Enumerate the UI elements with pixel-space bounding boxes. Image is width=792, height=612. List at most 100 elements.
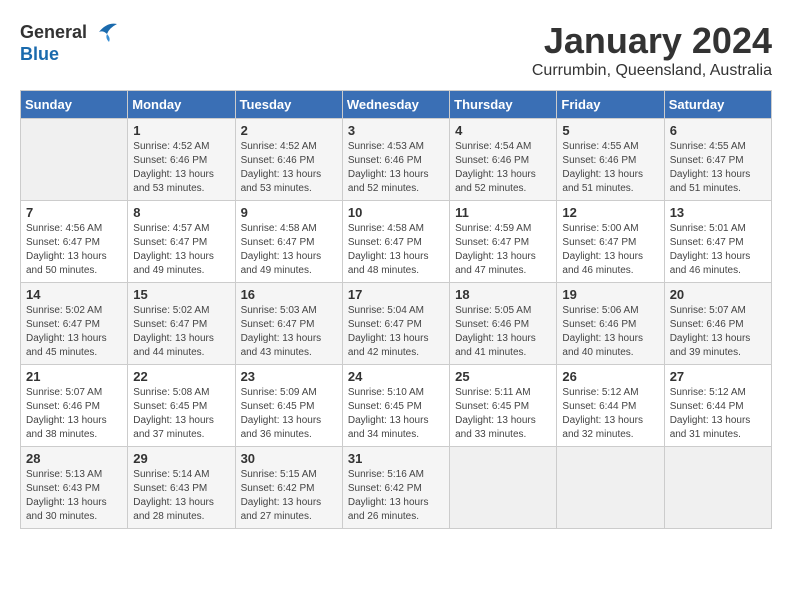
header: General Blue January 2024 Currumbin, Que… — [20, 20, 772, 80]
day-number: 21 — [26, 369, 122, 384]
day-info: Sunrise: 5:07 AMSunset: 6:46 PMDaylight:… — [26, 386, 122, 442]
calendar-table: SundayMondayTuesdayWednesdayThursdayFrid… — [20, 90, 772, 529]
day-number: 3 — [348, 123, 444, 138]
day-info: Sunrise: 4:52 AMSunset: 6:46 PMDaylight:… — [133, 140, 229, 196]
logo-bird-icon — [89, 20, 119, 44]
day-cell: 9 Sunrise: 4:58 AMSunset: 6:47 PMDaylight… — [235, 201, 342, 283]
day-info: Sunrise: 5:11 AMSunset: 6:45 PMDaylight:… — [455, 386, 551, 442]
day-cell: 5 Sunrise: 4:55 AMSunset: 6:46 PMDaylight… — [557, 119, 664, 201]
day-cell: 3 Sunrise: 4:53 AMSunset: 6:46 PMDaylight… — [342, 119, 449, 201]
day-number: 1 — [133, 123, 229, 138]
day-number: 30 — [241, 451, 337, 466]
day-cell: 19 Sunrise: 5:06 AMSunset: 6:46 PMDayligh… — [557, 283, 664, 365]
day-number: 7 — [26, 205, 122, 220]
day-cell — [21, 119, 128, 201]
day-cell: 28 Sunrise: 5:13 AMSunset: 6:43 PMDayligh… — [21, 447, 128, 529]
day-number: 25 — [455, 369, 551, 384]
day-info: Sunrise: 5:08 AMSunset: 6:45 PMDaylight:… — [133, 386, 229, 442]
month-title: January 2024 — [532, 20, 772, 62]
day-number: 29 — [133, 451, 229, 466]
week-row-3: 14 Sunrise: 5:02 AMSunset: 6:47 PMDayligh… — [21, 283, 772, 365]
day-number: 22 — [133, 369, 229, 384]
day-cell: 23Sunrise: 5:09 AMSunset: 6:45 PMDayligh… — [235, 365, 342, 447]
day-info: Sunrise: 5:01 AMSunset: 6:47 PMDaylight:… — [670, 222, 766, 278]
title-area: January 2024 Currumbin, Queensland, Aust… — [532, 20, 772, 80]
day-number: 19 — [562, 287, 658, 302]
day-info: Sunrise: 5:12 AMSunset: 6:44 PMDaylight:… — [670, 386, 766, 442]
day-number: 17 — [348, 287, 444, 302]
day-number: 12 — [562, 205, 658, 220]
day-cell: 29 Sunrise: 5:14 AMSunset: 6:43 PMDayligh… — [128, 447, 235, 529]
day-cell — [557, 447, 664, 529]
day-cell: 17Sunrise: 5:04 AMSunset: 6:47 PMDayligh… — [342, 283, 449, 365]
day-cell: 1 Sunrise: 4:52 AMSunset: 6:46 PMDaylight… — [128, 119, 235, 201]
logo-general: General — [20, 22, 87, 43]
header-wednesday: Wednesday — [342, 91, 449, 119]
day-number: 14 — [26, 287, 122, 302]
day-number: 18 — [455, 287, 551, 302]
day-cell — [450, 447, 557, 529]
day-cell: 6 Sunrise: 4:55 AMSunset: 6:47 PMDaylight… — [664, 119, 771, 201]
day-number: 20 — [670, 287, 766, 302]
week-row-2: 7 Sunrise: 4:56 AMSunset: 6:47 PMDaylight… — [21, 201, 772, 283]
week-row-4: 21 Sunrise: 5:07 AMSunset: 6:46 PMDayligh… — [21, 365, 772, 447]
day-info: Sunrise: 4:57 AMSunset: 6:47 PMDaylight:… — [133, 222, 229, 278]
day-cell: 16Sunrise: 5:03 AMSunset: 6:47 PMDayligh… — [235, 283, 342, 365]
day-info: Sunrise: 4:55 AMSunset: 6:46 PMDaylight:… — [562, 140, 658, 196]
day-number: 24 — [348, 369, 444, 384]
header-row: SundayMondayTuesdayWednesdayThursdayFrid… — [21, 91, 772, 119]
day-number: 26 — [562, 369, 658, 384]
logo-blue: Blue — [20, 44, 59, 65]
day-info: Sunrise: 4:58 AMSunset: 6:47 PMDaylight:… — [241, 222, 337, 278]
day-info: Sunrise: 5:10 AMSunset: 6:45 PMDaylight:… — [348, 386, 444, 442]
day-number: 11 — [455, 205, 551, 220]
day-info: Sunrise: 4:59 AMSunset: 6:47 PMDaylight:… — [455, 222, 551, 278]
day-cell: 13Sunrise: 5:01 AMSunset: 6:47 PMDayligh… — [664, 201, 771, 283]
day-number: 28 — [26, 451, 122, 466]
day-cell — [664, 447, 771, 529]
day-cell: 18 Sunrise: 5:05 AMSunset: 6:46 PMDayligh… — [450, 283, 557, 365]
day-number: 10 — [348, 205, 444, 220]
day-cell: 27 Sunrise: 5:12 AMSunset: 6:44 PMDayligh… — [664, 365, 771, 447]
day-info: Sunrise: 4:58 AMSunset: 6:47 PMDaylight:… — [348, 222, 444, 278]
header-monday: Monday — [128, 91, 235, 119]
day-cell: 2 Sunrise: 4:52 AMSunset: 6:46 PMDaylight… — [235, 119, 342, 201]
day-cell: 14 Sunrise: 5:02 AMSunset: 6:47 PMDayligh… — [21, 283, 128, 365]
day-info: Sunrise: 4:53 AMSunset: 6:46 PMDaylight:… — [348, 140, 444, 196]
day-info: Sunrise: 4:56 AMSunset: 6:47 PMDaylight:… — [26, 222, 122, 278]
day-info: Sunrise: 4:54 AMSunset: 6:46 PMDaylight:… — [455, 140, 551, 196]
logo: General Blue — [20, 20, 119, 65]
day-info: Sunrise: 5:02 AMSunset: 6:47 PMDaylight:… — [26, 304, 122, 360]
header-sunday: Sunday — [21, 91, 128, 119]
day-number: 2 — [241, 123, 337, 138]
day-number: 5 — [562, 123, 658, 138]
header-saturday: Saturday — [664, 91, 771, 119]
day-info: Sunrise: 5:14 AMSunset: 6:43 PMDaylight:… — [133, 468, 229, 524]
day-number: 8 — [133, 205, 229, 220]
day-number: 6 — [670, 123, 766, 138]
day-info: Sunrise: 5:02 AMSunset: 6:47 PMDaylight:… — [133, 304, 229, 360]
day-cell: 15Sunrise: 5:02 AMSunset: 6:47 PMDayligh… — [128, 283, 235, 365]
day-info: Sunrise: 4:55 AMSunset: 6:47 PMDaylight:… — [670, 140, 766, 196]
day-cell: 8 Sunrise: 4:57 AMSunset: 6:47 PMDaylight… — [128, 201, 235, 283]
day-info: Sunrise: 5:13 AMSunset: 6:43 PMDaylight:… — [26, 468, 122, 524]
day-cell: 30 Sunrise: 5:15 AMSunset: 6:42 PMDayligh… — [235, 447, 342, 529]
day-info: Sunrise: 5:05 AMSunset: 6:46 PMDaylight:… — [455, 304, 551, 360]
day-info: Sunrise: 5:06 AMSunset: 6:46 PMDaylight:… — [562, 304, 658, 360]
header-friday: Friday — [557, 91, 664, 119]
location-title: Currumbin, Queensland, Australia — [532, 62, 772, 80]
day-info: Sunrise: 5:16 AMSunset: 6:42 PMDaylight:… — [348, 468, 444, 524]
day-number: 27 — [670, 369, 766, 384]
day-cell: 10 Sunrise: 4:58 AMSunset: 6:47 PMDayligh… — [342, 201, 449, 283]
day-cell: 20Sunrise: 5:07 AMSunset: 6:46 PMDayligh… — [664, 283, 771, 365]
day-info: Sunrise: 4:52 AMSunset: 6:46 PMDaylight:… — [241, 140, 337, 196]
day-cell: 7 Sunrise: 4:56 AMSunset: 6:47 PMDaylight… — [21, 201, 128, 283]
day-cell: 12Sunrise: 5:00 AMSunset: 6:47 PMDayligh… — [557, 201, 664, 283]
day-cell: 31Sunrise: 5:16 AMSunset: 6:42 PMDayligh… — [342, 447, 449, 529]
day-cell: 25 Sunrise: 5:11 AMSunset: 6:45 PMDayligh… — [450, 365, 557, 447]
day-cell: 24 Sunrise: 5:10 AMSunset: 6:45 PMDayligh… — [342, 365, 449, 447]
day-cell: 21 Sunrise: 5:07 AMSunset: 6:46 PMDayligh… — [21, 365, 128, 447]
day-number: 9 — [241, 205, 337, 220]
header-thursday: Thursday — [450, 91, 557, 119]
day-info: Sunrise: 5:15 AMSunset: 6:42 PMDaylight:… — [241, 468, 337, 524]
